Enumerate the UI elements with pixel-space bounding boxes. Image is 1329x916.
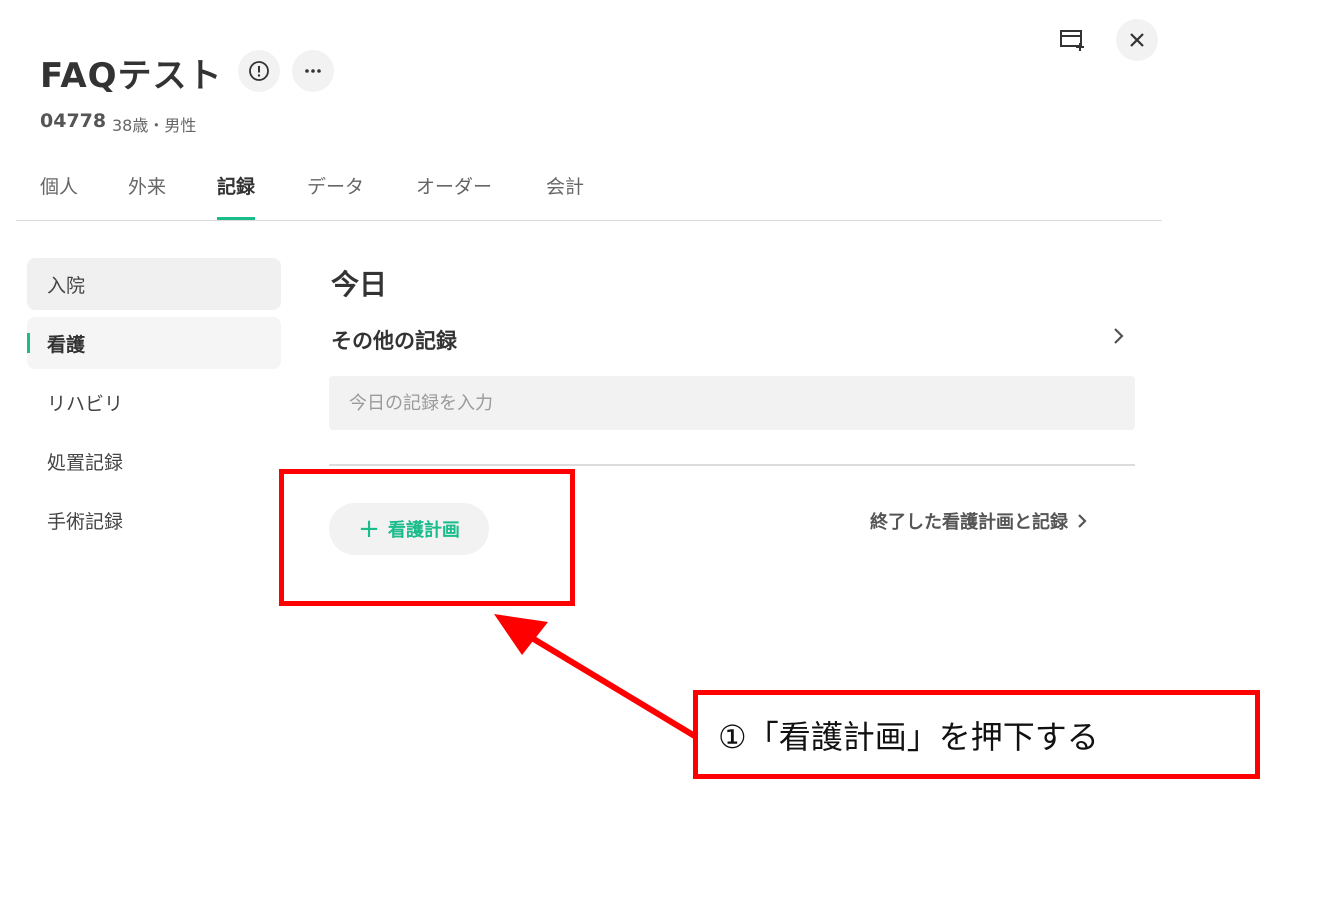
tab-personal[interactable]: 個人 xyxy=(40,172,78,220)
today-heading: 今日 xyxy=(331,268,388,301)
main-tabs: 個人 外来 記録 データ オーダー 会計 xyxy=(16,162,1162,221)
sidebar-item-label: 入院 xyxy=(47,274,86,297)
patient-name-title: FAQテスト xyxy=(40,56,223,96)
sidebar-item-label: リハビリ xyxy=(47,392,124,415)
alert-button[interactable] xyxy=(238,50,280,92)
sidebar-item-admission[interactable]: 入院 xyxy=(27,258,281,310)
alert-icon xyxy=(249,61,269,81)
sidebar-item-label: 手術記録 xyxy=(47,510,124,533)
other-records-chevron-icon[interactable] xyxy=(1112,326,1126,352)
sidebar-item-treatment-records[interactable]: 処置記録 xyxy=(27,435,281,487)
finished-plans-link[interactable]: 終了した看護計画と記録 xyxy=(870,508,1088,534)
chevron-right-icon xyxy=(1078,514,1087,528)
more-icon xyxy=(305,69,321,73)
annotation-arrow xyxy=(494,614,700,741)
tab-outpatient[interactable]: 外来 xyxy=(128,172,166,220)
close-button[interactable] xyxy=(1116,19,1158,61)
today-record-input[interactable] xyxy=(329,376,1135,430)
add-panel-icon xyxy=(1060,30,1084,51)
annotation-highlight-box xyxy=(279,469,575,606)
close-icon xyxy=(1130,33,1144,47)
annotation-callout: ①「看護計画」を押下する xyxy=(693,690,1260,779)
sidebar-item-nursing[interactable]: 看護 xyxy=(27,317,281,369)
active-indicator xyxy=(27,333,30,353)
more-options-button[interactable] xyxy=(292,50,334,92)
tab-orders[interactable]: オーダー xyxy=(416,172,492,220)
annotation-callout-text: ①「看護計画」を押下する xyxy=(718,717,1099,756)
tab-data[interactable]: データ xyxy=(307,172,364,220)
tab-billing[interactable]: 会計 xyxy=(546,172,584,220)
sidebar-item-rehabilitation[interactable]: リハビリ xyxy=(27,376,281,428)
finished-plans-label: 終了した看護計画と記録 xyxy=(870,512,1068,533)
patient-age-sex: 38歳・男性 xyxy=(112,116,197,135)
add-window-button[interactable] xyxy=(1052,20,1092,60)
sidebar-item-label: 看護 xyxy=(47,333,86,356)
sidebar-item-surgery-records[interactable]: 手術記録 xyxy=(27,494,281,546)
sidebar-item-label: 処置記録 xyxy=(47,451,124,474)
patient-id: 04778 xyxy=(40,110,107,132)
tab-records[interactable]: 記録 xyxy=(217,172,256,220)
other-records-heading: その他の記録 xyxy=(331,329,457,353)
section-divider xyxy=(329,464,1135,466)
